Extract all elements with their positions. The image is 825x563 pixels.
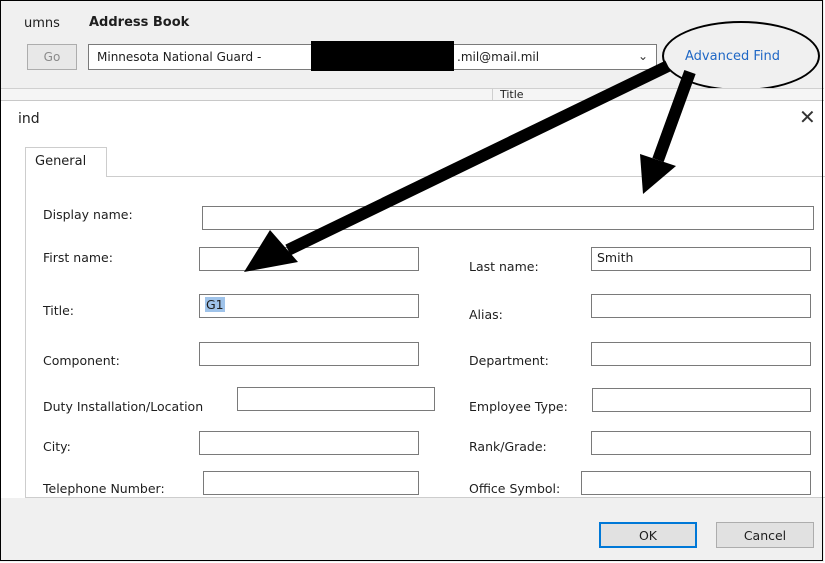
- tab-general-label: General: [35, 154, 87, 169]
- image-border: [0, 0, 823, 561]
- tab-general[interactable]: General: [25, 147, 107, 177]
